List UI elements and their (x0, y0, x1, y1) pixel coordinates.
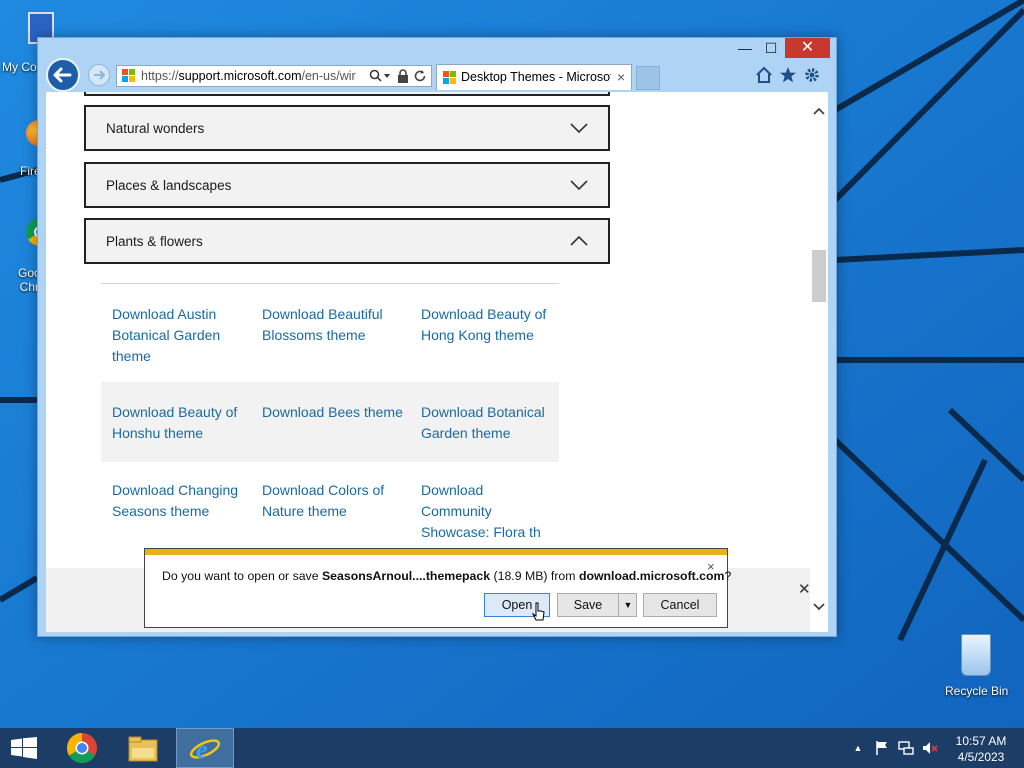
mouse-cursor-icon (532, 602, 545, 621)
svg-text:e: e (196, 735, 208, 764)
cancel-button[interactable]: Cancel (643, 593, 717, 617)
maximize-button[interactable]: ☐ (758, 38, 784, 58)
download-accent-bar (145, 549, 727, 555)
theme-link-colors-of-nature[interactable]: Download Colors of Nature theme (262, 480, 402, 522)
lock-icon[interactable] (397, 69, 409, 83)
clock-time: 10:57 AM (955, 734, 1007, 748)
desktop-icon-label: My Co (2, 60, 37, 74)
notification-close-icon[interactable]: ✕ (798, 580, 811, 598)
address-bar[interactable]: https://support.microsoft.com/en-us/wir (116, 65, 432, 87)
home-icon[interactable] (754, 66, 774, 86)
theme-link-bees[interactable]: Download Bees theme (262, 402, 412, 423)
accordion-label: Places & landscapes (106, 178, 232, 193)
desktop-icon-label: Recycle Bin (945, 684, 1009, 698)
tab-close-icon[interactable]: × (617, 65, 625, 89)
accordion-label: Natural wonders (106, 121, 205, 136)
download-close-icon[interactable]: × (707, 559, 715, 574)
accordion-places-landscapes[interactable]: Places & landscapes (84, 162, 610, 208)
tab-title: Desktop Themes - Microsof... (461, 70, 611, 84)
close-button[interactable]: ✕ (785, 38, 830, 58)
action-center-flag-icon[interactable] (874, 740, 890, 756)
download-prompt: Do you want to open or save SeasonsArnou… (144, 548, 732, 628)
clock-date: 4/5/2023 (957, 750, 1005, 764)
accordion-natural-wonders[interactable]: Natural wonders (84, 105, 610, 151)
theme-link-beautiful-blossoms[interactable]: Download Beautiful Blossoms theme (262, 304, 402, 346)
system-clock[interactable]: 10:57 AM 4/5/2023 (946, 733, 1016, 765)
folder-icon (128, 736, 158, 762)
taskbar-chrome[interactable] (54, 728, 112, 768)
back-button[interactable] (46, 58, 80, 92)
theme-row: Download Beauty of Honshu theme Download… (101, 382, 559, 462)
internet-explorer-icon: e (189, 735, 221, 764)
minimize-button[interactable]: — (732, 38, 758, 58)
volume-muted-icon[interactable] (922, 740, 938, 756)
refresh-icon[interactable] (413, 69, 427, 83)
theme-link-community-showcase-flora[interactable]: Download Community Showcase: Flora th (421, 480, 551, 543)
scroll-down-icon[interactable] (813, 602, 825, 612)
site-favicon-icon (122, 69, 136, 83)
scroll-up-icon[interactable] (813, 106, 825, 116)
show-hidden-icons[interactable]: ▲ (850, 740, 866, 756)
chrome-icon (66, 733, 97, 764)
theme-link-beauty-of-honshu[interactable]: Download Beauty of Honshu theme (112, 402, 252, 444)
search-dropdown-icon[interactable] (369, 69, 391, 83)
taskbar-file-explorer[interactable] (114, 728, 172, 768)
chevron-down-icon (570, 180, 588, 191)
accordion-plants-flowers[interactable]: Plants & flowers (84, 218, 610, 264)
url-text: https://support.microsoft.com/en-us/wir (141, 69, 356, 83)
back-arrow-icon (53, 67, 72, 83)
accordion-label: Plants & flowers (106, 234, 203, 249)
theme-link-botanical-garden[interactable]: Download Botanical Garden theme (421, 402, 557, 444)
tab-favicon-icon (443, 71, 457, 85)
browser-window: — ☐ ✕ https://support.microsoft.com/en-u… (37, 37, 837, 637)
divider (101, 283, 559, 284)
theme-link-changing-seasons[interactable]: Download Changing Seasons theme (112, 480, 252, 522)
forward-arrow-icon (94, 70, 106, 80)
accordion-partial (84, 92, 610, 96)
scroll-thumb[interactable] (812, 250, 826, 302)
theme-link-beauty-of-hong-kong[interactable]: Download Beauty of Hong Kong theme (421, 304, 557, 346)
chevron-down-icon (570, 123, 588, 134)
taskbar: e ▲ 10:57 AM 4/5/2023 (0, 728, 1024, 768)
new-tab-button[interactable] (636, 66, 660, 90)
settings-gear-icon[interactable] (802, 66, 822, 86)
save-button[interactable]: Save ▼ (557, 593, 637, 617)
windows-logo-icon (11, 737, 37, 759)
desktop-icon-recycle-bin[interactable]: Recycle Bin (943, 630, 1008, 698)
download-message: Do you want to open or save SeasonsArnou… (162, 569, 732, 583)
theme-row: Download Austin Botanical Garden theme D… (101, 304, 559, 384)
tab-desktop-themes[interactable]: Desktop Themes - Microsof... × (436, 64, 632, 90)
taskbar-internet-explorer[interactable]: e (176, 728, 234, 768)
download-filename: SeasonsArnoul....themepack (321, 569, 491, 583)
favorites-star-icon[interactable] (778, 66, 798, 86)
chevron-up-icon (570, 235, 588, 246)
save-label: Save (573, 598, 603, 612)
vertical-scrollbar[interactable] (810, 92, 828, 632)
forward-button[interactable] (88, 64, 110, 86)
recycle-bin-icon (957, 630, 993, 676)
theme-link-austin-botanical-garden[interactable]: Download Austin Botanical Garden theme (112, 304, 242, 367)
start-button[interactable] (0, 728, 48, 768)
network-icon[interactable] (898, 740, 914, 756)
download-source: download.microsoft.com (578, 569, 725, 583)
save-dropdown-icon[interactable]: ▼ (618, 594, 637, 616)
